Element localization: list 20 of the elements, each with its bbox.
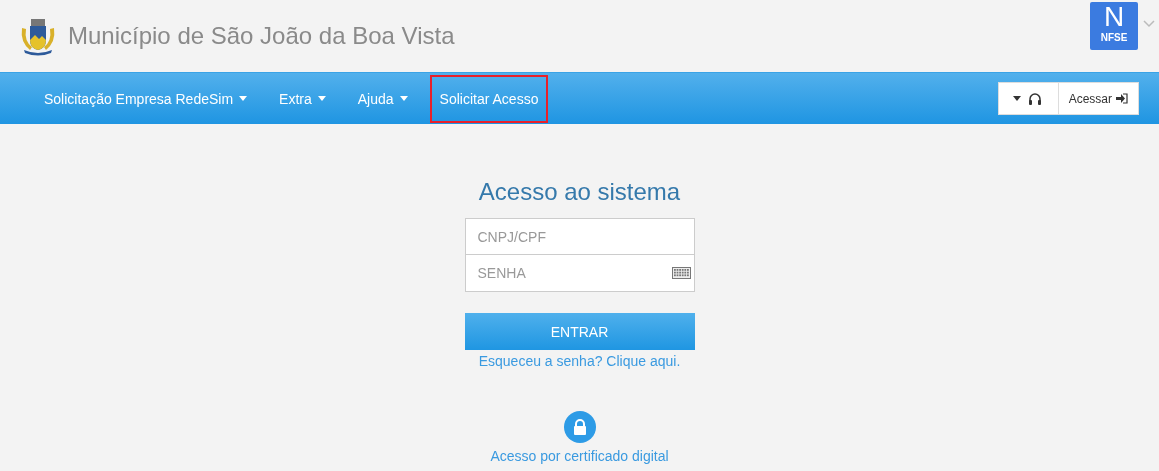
certificate-login-link[interactable]: Acesso por certificado digital — [490, 448, 669, 464]
caret-icon — [239, 96, 248, 101]
caret-icon — [1013, 96, 1022, 101]
password-field[interactable]: SENHA — [464, 255, 695, 292]
nav-menu-item[interactable]: Ajuda — [341, 74, 424, 123]
site-title: Município de São João da Boa Vista — [68, 22, 455, 50]
headset-icon — [1027, 90, 1044, 107]
login-title: Acesso ao sistema — [478, 178, 681, 206]
username-field[interactable]: CNPJ/CPF — [464, 218, 695, 255]
nav-menu-item[interactable]: Extra — [263, 74, 342, 123]
caret-icon — [399, 96, 408, 101]
lock-icon[interactable] — [563, 411, 596, 443]
submit-button[interactable]: ENTRAR — [464, 313, 695, 350]
nav-menu-item[interactable]: Solicitar Acesso — [429, 74, 549, 123]
forgot-password-link[interactable]: Esqueceu a senha? Clique aqui. — [478, 353, 681, 369]
caret-icon — [317, 96, 326, 101]
keyboard-icon[interactable] — [671, 267, 691, 279]
nav-menu-item[interactable]: Solicitação Empresa RedeSim — [28, 74, 264, 123]
sign-in-icon — [1116, 93, 1128, 104]
nfse-logo[interactable]: N NFSE — [1090, 2, 1138, 50]
